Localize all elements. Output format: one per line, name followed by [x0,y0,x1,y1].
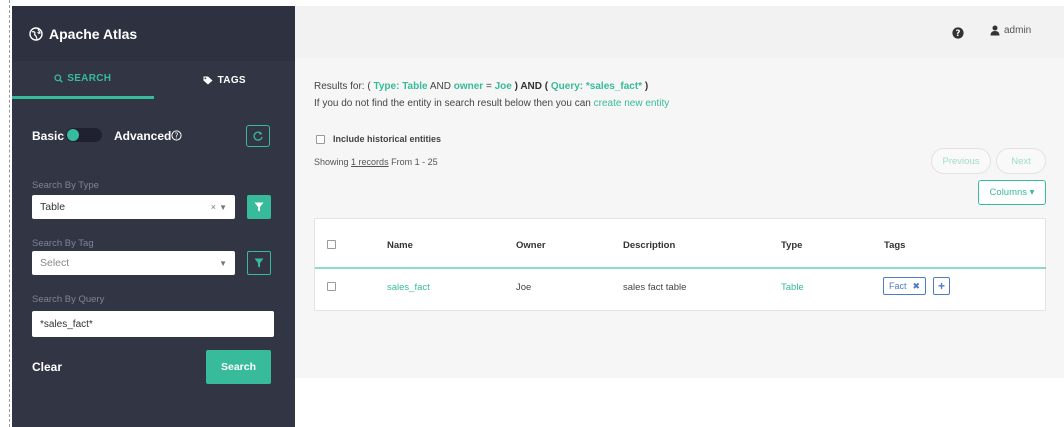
add-tag-button[interactable]: + [933,277,950,295]
showing-count: Showing 1 records From 1 - 25 [314,157,438,167]
search-by-query-label: Search By Query [32,294,105,305]
entity-description: sales fact table [623,282,687,293]
top-header [295,6,1064,58]
results-table [314,218,1046,311]
column-header-name[interactable]: Name [387,240,413,251]
tags-icon [203,76,213,84]
brand[interactable]: Apache Atlas [12,6,295,61]
row-divider [315,267,1046,269]
select-all-checkbox[interactable] [327,240,336,249]
search-by-tag-label: Search By Tag [32,238,94,249]
entity-name-link[interactable]: sales_fact [387,282,430,293]
type-select[interactable]: Table × ▼ [32,195,235,219]
filter-icon [254,202,264,212]
row-checkbox[interactable] [327,282,336,291]
help-circle-icon[interactable]: ? [171,130,182,141]
tab-search[interactable]: SEARCH [12,61,154,99]
tab-search-label: SEARCH [67,73,112,84]
close-and: ) AND ( [514,81,549,92]
hint-text: If you do not find the entity in search … [314,98,591,109]
column-header-tags[interactable]: Tags [884,240,905,251]
next-button[interactable]: Next [996,148,1046,174]
type-filter-button[interactable] [247,195,271,219]
user-name: admin [1004,25,1032,36]
search-by-type-label: Search By Type [32,180,99,191]
tag-select-placeholder: Select [40,257,70,269]
tab-tags[interactable]: TAGS [154,61,296,99]
chevron-down-icon: ▼ [219,202,227,212]
refresh-button[interactable] [246,125,270,147]
include-historical-label: Include historical entities [333,134,442,144]
help-icon[interactable]: ? [952,27,964,39]
advanced-label: Advanced [114,129,172,143]
app-frame: Apache Atlas SEARCH TAGS Basic Advanced [0,0,1064,427]
create-entity-link[interactable]: create new entity [594,98,670,109]
tag-filter-button[interactable] [247,251,271,275]
refresh-icon [253,131,263,141]
toggle-knob [67,129,79,141]
clear-link[interactable]: Clear [32,360,62,374]
globe-icon [29,26,43,41]
query-key: Query: [550,81,584,92]
entity-type-link[interactable]: Table [781,282,804,293]
svg-text:?: ? [956,29,961,39]
search-icon [54,74,64,83]
query-input[interactable]: *sales_fact* [32,311,274,337]
basic-advanced-toggle[interactable] [66,128,102,142]
results-prefix: Results for: ( [314,81,371,92]
hint-line: If you do not find the entity in search … [314,98,669,109]
and-word: AND [429,81,451,92]
owner-value: Joe [494,81,512,92]
chevron-down-icon: ▼ [219,258,227,268]
type-key: Type: [373,81,400,92]
search-button[interactable]: Search [206,350,271,384]
records-link[interactable]: 1 records [351,157,389,167]
entity-owner: Joe [516,282,532,293]
previous-button[interactable]: Previous [931,148,991,174]
type-select-value: Table [40,201,66,213]
column-header-description[interactable]: Description [623,240,675,251]
user-menu[interactable]: admin [990,25,1031,36]
user-icon [990,25,1000,36]
results-suffix: ) [644,81,649,92]
tab-tags-label: TAGS [217,74,246,86]
filter-icon [254,258,264,268]
showing-suffix: From 1 - 25 [391,157,438,167]
owner-op: = [485,81,492,92]
results-summary: Results for: ( Type: Table AND owner = J… [314,81,648,92]
column-header-type[interactable]: Type [781,240,802,251]
app-title: Apache Atlas [49,25,138,42]
sidebar-tabs: SEARCH TAGS [12,61,295,99]
tag-select[interactable]: Select ▼ [32,251,235,275]
column-header-owner[interactable]: Owner [516,240,546,251]
tag-chip[interactable]: Fact ✖ [883,277,927,295]
owner-key: owner [453,81,484,92]
showing-prefix: Showing [314,157,349,167]
type-value: Table [402,81,428,92]
columns-button[interactable]: Columns ▾ [978,180,1046,205]
query-value: *sales_fact* [585,81,643,92]
basic-label: Basic [32,129,65,143]
include-historical-checkbox[interactable] [316,135,325,144]
svg-text:?: ? [175,131,179,140]
remove-tag-icon[interactable]: ✖ [913,281,921,292]
clear-type-icon[interactable]: × [211,202,216,212]
left-edge [0,0,10,427]
tag-label: Fact [889,281,907,291]
